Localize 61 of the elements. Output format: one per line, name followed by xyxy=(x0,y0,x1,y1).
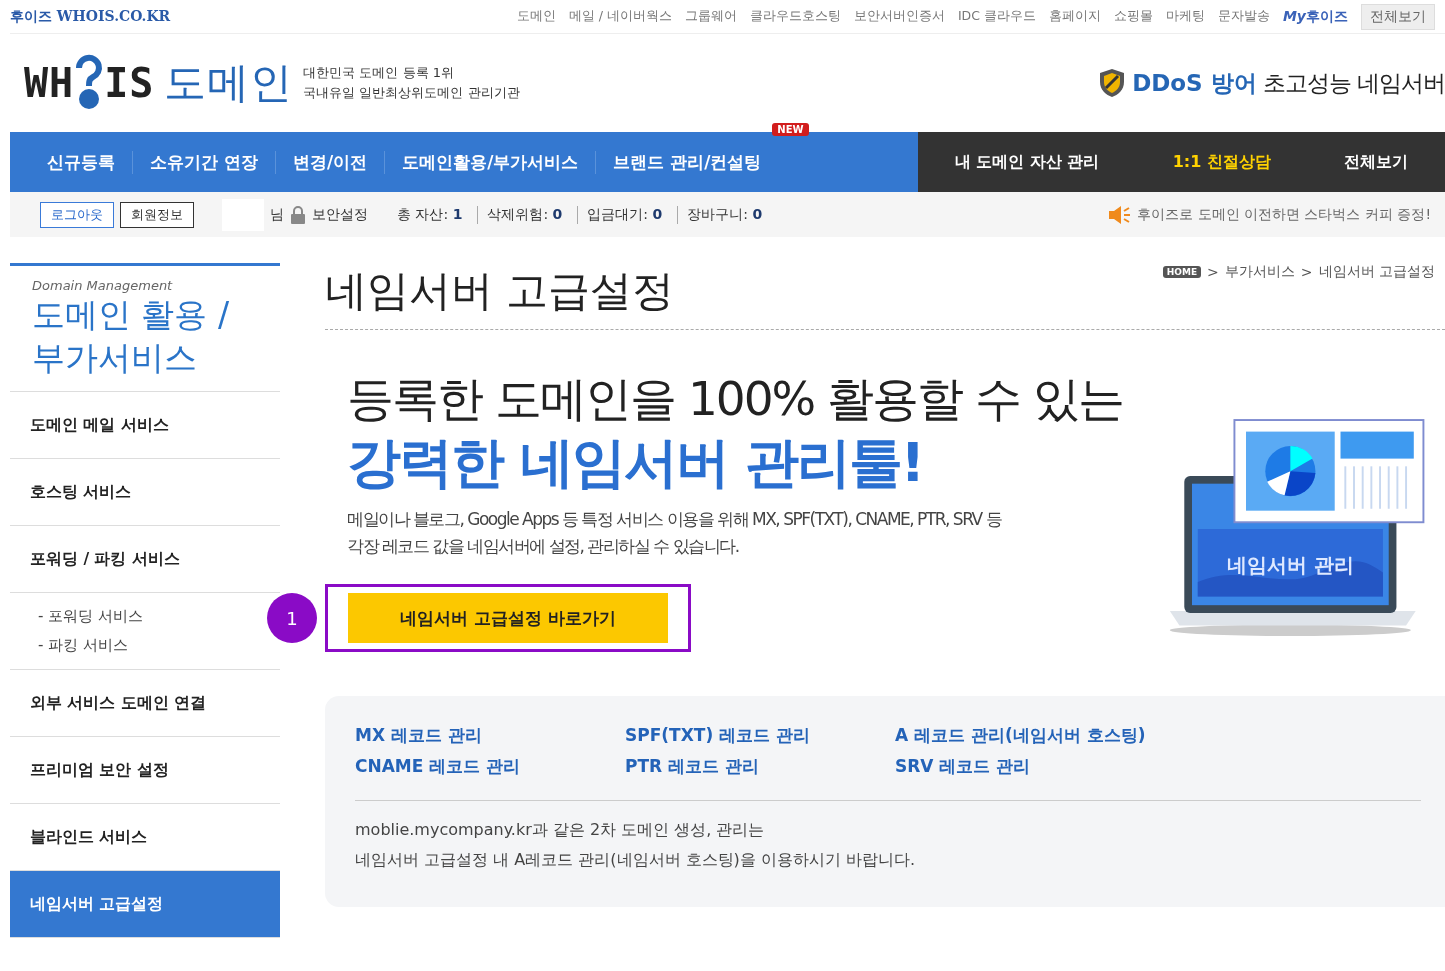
member-info-button[interactable]: 회원정보 xyxy=(120,201,194,228)
security-settings-link[interactable]: 보안설정 xyxy=(312,205,368,224)
top-nav-link[interactable]: 그룹웨어 xyxy=(684,8,737,25)
sidebar-subitem[interactable]: - 포워딩 서비스 xyxy=(38,607,143,626)
main-nav-item[interactable]: 도메인활용/부가서비스 xyxy=(384,150,596,174)
sidebar-item[interactable]: 네임서버 고급설정 xyxy=(10,871,280,938)
main-nav-item[interactable]: 변경/이전 xyxy=(274,150,385,174)
breadcrumb-link[interactable]: 네임서버 고급설정 xyxy=(1318,263,1435,281)
site-logo[interactable]: WH IS 도메인 xyxy=(24,54,294,112)
hero-description: 메일이나 블로그, Google Apps 등 특정 서비스 이용을 위해 MX, SPF(TXT), CNAME, PTR, SRV 등 각장 레코드 값을 네임서버에 설정, 관리하실 수 있습니다. xyxy=(347,508,1003,558)
top-nav-link[interactable]: 마케팅 xyxy=(1165,8,1205,25)
top-nav-link[interactable]: 도메인 xyxy=(516,8,556,25)
top-nav-link[interactable]: 메일 / 네이버웍스 xyxy=(568,8,672,25)
account-stat: 입금대기: 0 xyxy=(577,205,672,224)
record-management-link[interactable]: CNAME 레코드 관리 xyxy=(355,755,625,778)
sidebar-caption: Domain Management xyxy=(32,278,174,293)
my-whois-link[interactable]: My후이즈 xyxy=(1282,7,1348,26)
laptop-dashboard-drawing: 네임서버 관리 xyxy=(1165,418,1435,640)
lock-icon xyxy=(290,205,306,224)
breadcrumb-separator: > xyxy=(1207,264,1219,280)
site-brand-link[interactable]: 후이즈 WHOIS.CO.KR xyxy=(10,7,171,26)
record-management-link[interactable]: SPF(TXT) 레코드 관리 xyxy=(625,724,895,747)
name-server-settings-button[interactable]: 네임서버 고급설정 바로가기 xyxy=(348,593,668,643)
main-nav-item[interactable]: 소유기간 연장 xyxy=(132,150,275,174)
record-management-link[interactable]: MX 레코드 관리 xyxy=(355,724,625,747)
top-nav-link[interactable]: 문자발송 xyxy=(1217,8,1270,25)
promo-notice[interactable]: 후이즈로 도메인 이전하면 스타벅스 커피 증정! xyxy=(1137,205,1431,224)
new-badge: NEW xyxy=(772,122,809,136)
record-management-link[interactable]: PTR 레코드 관리 xyxy=(625,755,895,778)
side-nav-item[interactable]: 전체보기 xyxy=(1344,151,1409,173)
side-nav-item[interactable]: 1:1 친절상담 xyxy=(1172,151,1271,173)
breadcrumb-link[interactable]: 부가서비스 xyxy=(1224,263,1295,281)
tagline: 대한민국 도메인 등록 1위 국내유일 일반최상위도메인 관리기관 xyxy=(303,64,520,102)
view-all-button[interactable]: 전체보기 xyxy=(1361,3,1435,30)
speaker-icon xyxy=(1107,204,1132,225)
account-stat: 장바구니: 0 xyxy=(677,205,772,224)
account-stat: 삭제위험: 0 xyxy=(477,205,572,224)
main-nav-item[interactable]: 신규등록 xyxy=(30,150,132,174)
top-nav-link[interactable]: 쇼핑몰 xyxy=(1113,8,1153,25)
hero-subheading: 강력한 네임서버 관리툴! xyxy=(347,430,925,496)
top-nav-link[interactable]: IDC 클라우드 xyxy=(957,8,1036,25)
breadcrumb-separator: > xyxy=(1300,264,1313,280)
shield-icon xyxy=(1098,68,1127,98)
step-number-marker: 1 xyxy=(267,593,317,643)
account-stat: 총 자산: 1 xyxy=(396,205,464,224)
sidebar-title: 도메인 활용 / 부가서비스 xyxy=(32,294,231,379)
record-management-link[interactable]: SRV 레코드 관리 xyxy=(895,755,1421,778)
promo-title: DDoS 방어 xyxy=(1132,68,1257,98)
record-note: moblie.mycompany.kr과 같은 2차 도메인 생성, 관리는 네임서버 고급설정 내 A레코드 관리(네임서버 호스팅)을 이용하시기 바랍니다. xyxy=(355,819,917,871)
top-nav-link[interactable]: 홈페이지 xyxy=(1048,8,1101,25)
home-breadcrumb[interactable]: HOME xyxy=(1162,266,1202,278)
sidebar-subitem[interactable]: - 파킹 서비스 xyxy=(38,636,128,655)
promo-text: 초고성능 네임서버 xyxy=(1262,68,1445,98)
page-title: 네임서버 고급설정 xyxy=(325,265,675,317)
hero-heading: 등록한 도메인을 100% 활용할 수 있는 xyxy=(347,370,1125,428)
logout-button[interactable]: 로그아웃 xyxy=(40,201,114,228)
record-management-link[interactable]: A 레코드 관리(네임서버 호스팅) xyxy=(895,724,1421,747)
name-suffix: 님 xyxy=(270,205,284,224)
top-nav-link[interactable]: 클라우드호스팅 xyxy=(749,8,841,25)
side-nav-item[interactable]: 내 도메인 자산 관리 xyxy=(954,151,1100,173)
top-nav-link[interactable]: 보안서버인증서 xyxy=(853,8,945,25)
